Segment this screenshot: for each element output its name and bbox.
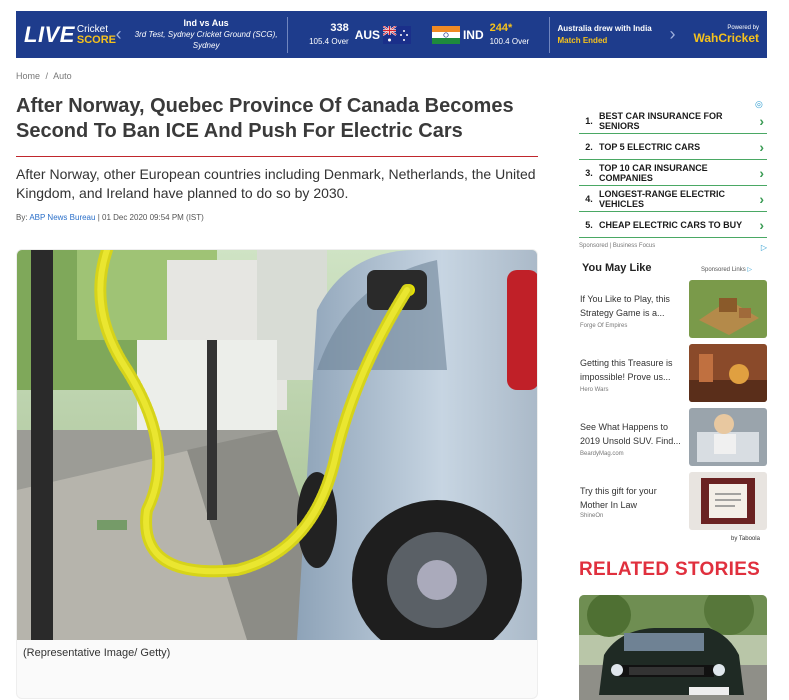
breadcrumb-separator: / [45, 71, 49, 81]
publish-date: | 01 Dec 2020 09:54 PM (IST) [97, 213, 204, 222]
chevron-left-icon[interactable]: ‹ [112, 24, 125, 45]
hero-image-card: (Representative Image/ Getty) [16, 249, 538, 699]
card-thumbnail [689, 472, 767, 530]
breadcrumb: Home / Auto [16, 71, 72, 81]
live-score-logo: LIVE Cricket SCORE [16, 21, 116, 48]
team2-overs: 100.4 Over [489, 36, 530, 46]
title-divider [16, 156, 538, 157]
chevron-right-icon: › [759, 216, 764, 233]
wahcricket-logo: WahCricket [693, 30, 760, 45]
australia-flag-icon [383, 25, 412, 44]
item-label: CHEAP ELECTRIC CARS TO BUY [599, 219, 743, 230]
breadcrumb-home[interactable]: Home [16, 71, 40, 81]
item-number: 4. [585, 193, 593, 204]
team1-score: 338 105.4 Over [288, 22, 355, 48]
team2-score: 244* 100.4 Over [484, 22, 549, 48]
electric-car-charging-image [17, 250, 537, 640]
live-score-banner[interactable]: LIVE Cricket SCORE ‹ Ind vs Aus 3rd Test… [16, 11, 767, 58]
image-caption: (Representative Image/ Getty) [23, 647, 171, 659]
sponsored-search-list: 1. BEST CAR INSURANCE FOR SENIORS › 2. TO… [579, 108, 767, 238]
taboola-card[interactable]: If You Like to Play, this Strategy Game … [579, 280, 767, 338]
card-headline: If You Like to Play, this Strategy Game … [580, 294, 670, 318]
chevron-right-icon: › [759, 112, 764, 129]
match-info[interactable]: Ind vs Aus 3rd Test, Sydney Cricket Grou… [125, 18, 287, 51]
sponsored-label: Sponsored | Business Focus [579, 243, 656, 249]
taboola-card[interactable]: See What Happens to 2019 Unsold SUV. Fin… [579, 408, 767, 466]
taboola-card[interactable]: Getting this Treasure is impossible! Pro… [579, 344, 767, 402]
item-label: LONGEST-RANGE ELECTRIC VEHICLES [599, 188, 726, 209]
related-story-image[interactable] [579, 595, 767, 700]
score-text: SCORE [76, 33, 117, 46]
by-label: By: [16, 213, 28, 222]
card-source: Forge Of Empires [580, 323, 628, 329]
you-may-like-heading: You May Like [582, 262, 652, 274]
live-text: LIVE [24, 21, 75, 47]
item-number: 1. [585, 115, 593, 126]
related-stories-heading: RELATED STORIES [579, 559, 761, 580]
breadcrumb-section[interactable]: Auto [53, 71, 72, 81]
author-link[interactable]: ABP News Bureau [29, 213, 95, 222]
chevron-right-icon[interactable]: › [666, 24, 679, 45]
byline: By: ABP News Bureau | 01 Dec 2020 09:54 … [16, 213, 204, 222]
sponsored-links-text: Sponsored Links [701, 267, 746, 273]
taboola-card[interactable]: Try this gift for your Mother In Law Shi… [579, 472, 767, 530]
jeep-suv-image [579, 595, 767, 700]
adchoices-icon[interactable]: ▷ [761, 243, 767, 252]
thumbnail-image [689, 472, 767, 530]
team1-runs: 338 [330, 21, 349, 34]
team1-overs: 105.4 Over [309, 36, 349, 46]
sponsored-search-item[interactable]: 2. TOP 5 ELECTRIC CARS › [579, 134, 767, 160]
card-headline: See What Happens to 2019 Unsold SUV. Fin… [580, 422, 681, 446]
item-number: 5. [585, 219, 593, 230]
item-number: 3. [585, 167, 593, 178]
card-thumbnail [689, 344, 767, 402]
sponsored-search-item[interactable]: 4. LONGEST-RANGE ELECTRIC VEHICLES › [579, 186, 767, 212]
sponsored-search-item[interactable]: 5. CHEAP ELECTRIC CARS TO BUY › [579, 212, 767, 238]
sponsored-search-item[interactable]: 3. TOP 10 CAR INSURANCE COMPANIES › [579, 160, 767, 186]
sponsored-label-row: Sponsored | Business Focus ▷ [579, 243, 767, 252]
chevron-right-icon: › [759, 164, 764, 181]
india-flag-icon [431, 25, 460, 44]
thumbnail-image [689, 280, 767, 338]
match-status: Australia drew with India Match Ended [550, 23, 666, 47]
card-source: Hero Wars [580, 387, 609, 393]
match-venue: 3rd Test, Sydney Cricket Ground (SCG), S… [134, 30, 278, 50]
card-thumbnail [689, 408, 767, 466]
card-headline: Getting this Treasure is impossible! Pro… [580, 358, 673, 382]
article-summary: After Norway, other European countries i… [16, 166, 536, 201]
powered-by[interactable]: Powered by WahCricket [679, 25, 767, 45]
status-text: Australia drew with India [557, 23, 652, 33]
match-title: Ind vs Aus [183, 18, 229, 28]
item-number: 2. [585, 141, 593, 152]
by-taboola[interactable]: by Taboola [731, 536, 760, 542]
team2: IND [431, 25, 484, 44]
cricket-text: Cricket [76, 23, 109, 35]
team1: AUS [354, 25, 412, 44]
card-thumbnail [689, 280, 767, 338]
chevron-right-icon: › [759, 190, 764, 207]
card-source: BeardyMag.com [580, 451, 624, 457]
sponsored-search-item[interactable]: 1. BEST CAR INSURANCE FOR SENIORS › [579, 108, 767, 134]
team2-runs: 244* [489, 21, 513, 34]
adchoices-icon: ▷ [747, 267, 752, 273]
team1-name: AUS [354, 27, 381, 42]
article-title: After Norway, Quebec Province Of Canada … [16, 95, 514, 142]
item-label: BEST CAR INSURANCE FOR SENIORS [599, 110, 723, 131]
item-label: TOP 5 ELECTRIC CARS [599, 141, 701, 152]
chevron-right-icon: › [759, 138, 764, 155]
thumbnail-image [689, 408, 767, 466]
sponsored-links-label[interactable]: Sponsored Links ▷ [701, 266, 752, 273]
card-headline: Try this gift for your Mother In Law [580, 486, 657, 510]
card-source: ShineOn [580, 513, 604, 519]
thumbnail-image [689, 344, 767, 402]
status-result: Match Ended [557, 35, 608, 45]
item-label: TOP 10 CAR INSURANCE COMPANIES [599, 162, 708, 183]
team2-name: IND [462, 27, 484, 42]
